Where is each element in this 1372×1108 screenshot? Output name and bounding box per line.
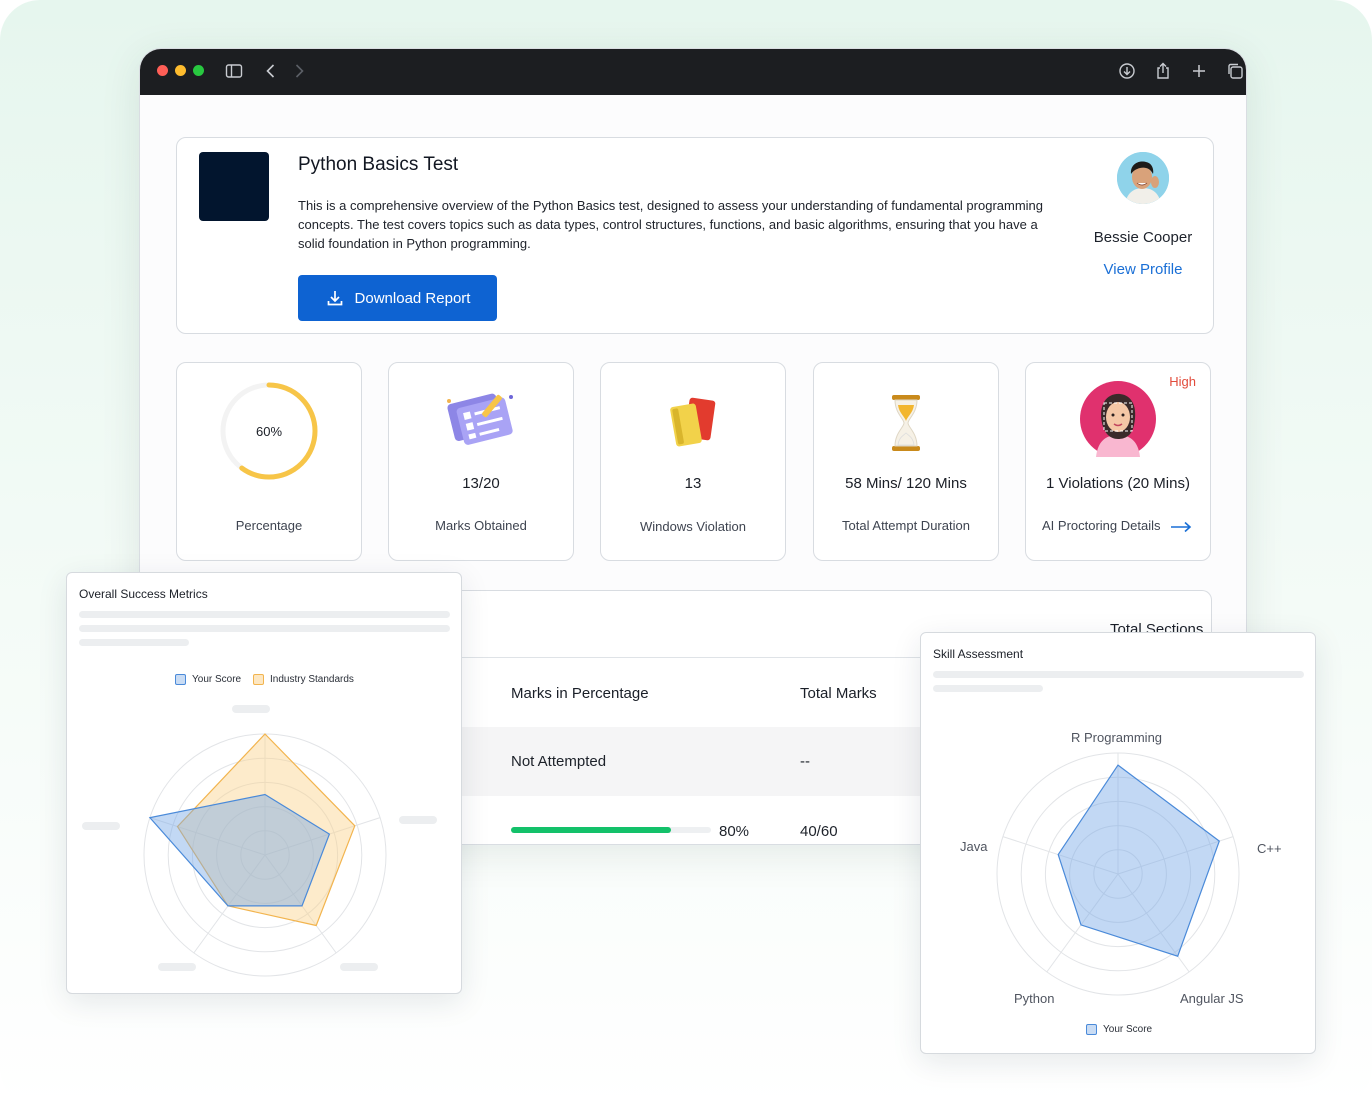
column-header-marks-percentage: Marks in Percentage <box>511 685 649 702</box>
test-overview-card: Python Basics Test This is a comprehensi… <box>176 137 1214 334</box>
new-tab-icon[interactable] <box>1189 61 1209 81</box>
ai-proctoring-label: AI Proctoring Details <box>1042 518 1161 533</box>
marks-card: 13/20 Marks Obtained <box>388 362 574 561</box>
section-progress-bar <box>511 827 711 833</box>
axis-label-cpp: C++ <box>1257 841 1282 856</box>
axis-label-placeholder <box>399 816 437 824</box>
attempt-duration-card: 58 Mins/ 120 Mins Total Attempt Duration <box>813 362 999 561</box>
marks-percentage-cell: Not Attempted <box>511 753 607 770</box>
axis-label-r-programming: R Programming <box>1071 730 1163 745</box>
ai-proctoring-value: 1 Violations (20 Mins) <box>1046 475 1190 492</box>
marks-label: Marks Obtained <box>435 518 527 533</box>
download-report-button[interactable]: Download Report <box>298 275 497 321</box>
percentage-label: Percentage <box>235 518 303 533</box>
windows-violation-value: 13 <box>684 475 702 492</box>
sidebar-toggle-icon[interactable] <box>224 61 244 81</box>
attempt-duration-label: Total Attempt Duration <box>842 518 970 533</box>
tabs-overview-icon[interactable] <box>1225 61 1245 81</box>
legend-swatch <box>1086 1024 1097 1035</box>
marks-value: 13/20 <box>462 475 500 492</box>
ai-proctoring-details-link[interactable]: AI Proctoring Details <box>1042 518 1192 533</box>
total-marks-cell: -- <box>800 753 810 770</box>
percentage-ring: 60% <box>220 382 318 480</box>
test-title: Python Basics Test <box>298 154 459 175</box>
skill-assessment-panel: Skill Assessment R Programming C++ Angul… <box>920 632 1316 1054</box>
back-arrow-icon[interactable] <box>261 61 281 81</box>
attempt-duration-value: 58 Mins/ 120 Mins <box>845 475 967 492</box>
download-icon <box>327 291 342 306</box>
user-name: Bessie Cooper <box>1093 229 1193 246</box>
maximize-window-button[interactable] <box>193 65 204 76</box>
windows-violation-card: 13 Windows Violation <box>600 362 786 561</box>
windows-violation-label: Windows Violation <box>640 519 746 534</box>
axis-label-placeholder <box>340 963 378 971</box>
download-icon[interactable] <box>1117 61 1137 81</box>
forward-arrow-icon[interactable] <box>289 61 309 81</box>
legend-label: Your Score <box>1103 1024 1153 1035</box>
marks-percentage-cell: 80% <box>719 823 750 840</box>
overall-success-radar <box>143 733 387 977</box>
total-marks-cell: 40/60 <box>800 823 838 840</box>
test-description: This is a comprehensive overview of the … <box>298 198 1044 251</box>
legend-your-score: Your Score <box>1086 1024 1152 1035</box>
arrow-right-icon <box>1171 521 1192 532</box>
face-recognition-icon <box>1080 381 1156 457</box>
test-logo <box>199 152 269 221</box>
radar-series-your-score <box>1057 764 1221 957</box>
browser-titlebar <box>140 49 1246 95</box>
view-profile-link[interactable]: View Profile <box>1077 261 1209 278</box>
penalty-cards-icon <box>670 397 716 447</box>
share-icon[interactable] <box>1153 61 1173 81</box>
download-report-label: Download Report <box>354 289 471 307</box>
minimize-window-button[interactable] <box>175 65 186 76</box>
percentage-ring-label: 60% <box>256 424 282 439</box>
overall-success-panel: Overall Success Metrics Your Score Indus… <box>66 572 462 994</box>
hourglass-icon <box>892 395 920 451</box>
severity-badge: High <box>1169 374 1196 389</box>
axis-label-placeholder <box>232 705 270 713</box>
avatar[interactable] <box>1117 152 1169 204</box>
column-header-total-marks: Total Marks <box>800 685 877 702</box>
axis-label-angular-js: Angular JS <box>1180 991 1244 1006</box>
axis-label-java: Java <box>960 839 988 854</box>
axis-label-placeholder <box>82 822 120 830</box>
close-window-button[interactable] <box>157 65 168 76</box>
checklist-icon <box>447 393 513 445</box>
axis-label-placeholder <box>158 963 196 971</box>
section-progress-fill <box>511 827 671 833</box>
ai-proctoring-card: High 1 Violations (20 Mins) AI Proctorin… <box>1025 362 1211 561</box>
axis-label-python: Python <box>1014 991 1055 1006</box>
percentage-card: 60% Percentage <box>176 362 362 561</box>
